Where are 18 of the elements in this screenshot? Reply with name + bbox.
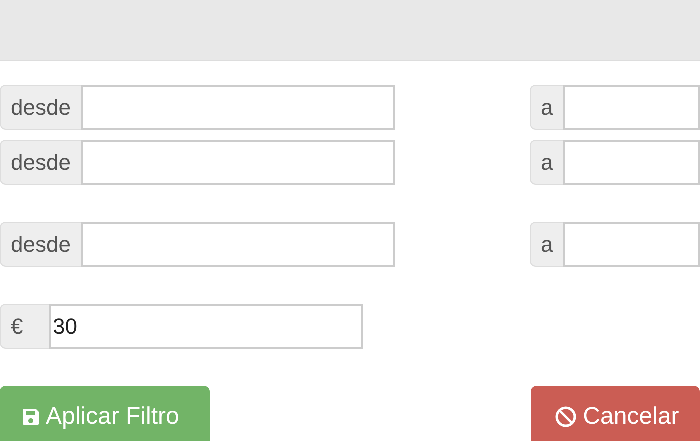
price-field[interactable]: 30	[49, 304, 363, 349]
input-field[interactable]	[80, 140, 395, 185]
cancel-button[interactable]: Cancelar	[531, 386, 700, 441]
save-icon	[22, 408, 40, 426]
input-field[interactable]	[563, 85, 700, 130]
input-addon: a	[530, 140, 564, 185]
input-field[interactable]	[80, 85, 395, 130]
input-field[interactable]	[563, 222, 700, 267]
input-addon: desde	[0, 85, 81, 130]
input-addon: €	[0, 304, 49, 349]
input-addon: a	[530, 222, 564, 267]
ban-icon	[555, 406, 578, 428]
apply-filter-button[interactable]: Aplicar Filtro	[0, 386, 210, 441]
input-addon: desde	[0, 140, 81, 185]
input-addon: desde	[0, 222, 81, 267]
input-field[interactable]	[80, 222, 395, 267]
input-field[interactable]	[563, 140, 700, 185]
input-addon: a	[530, 85, 564, 130]
